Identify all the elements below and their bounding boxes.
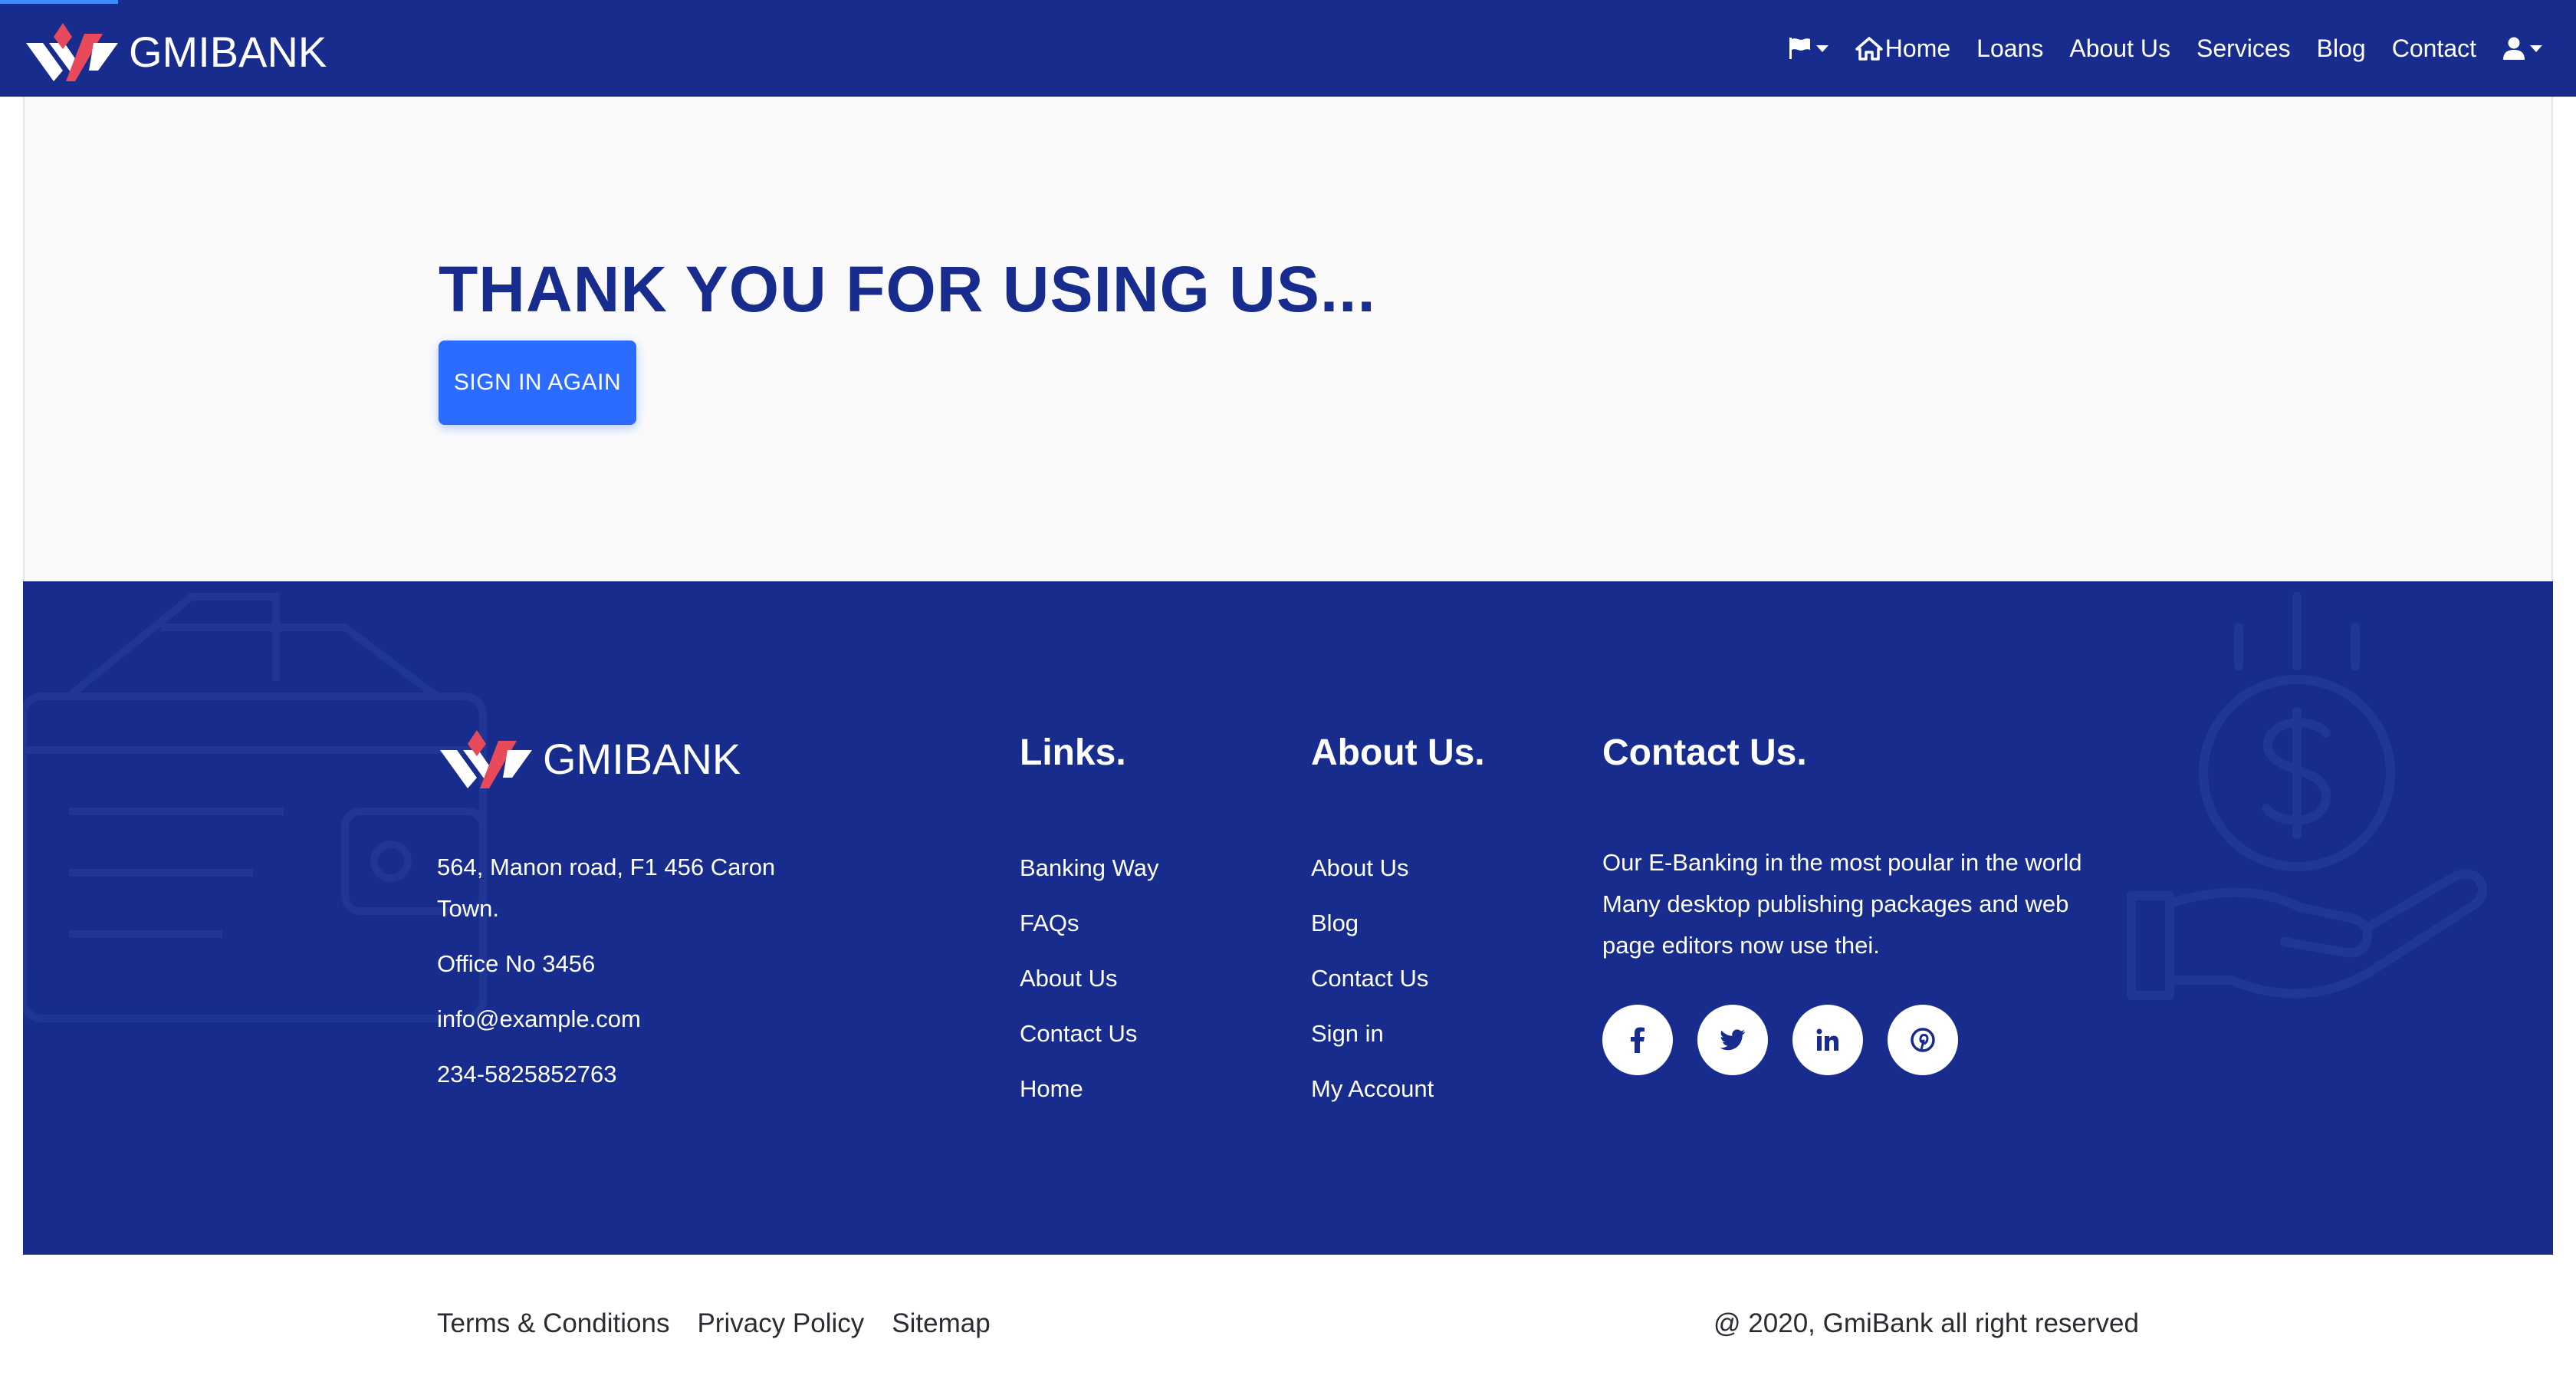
nav-item-label: About Us [2069, 34, 2170, 62]
address-line-1: 564, Manon road, F1 456 Caron [437, 854, 776, 880]
user-icon [2503, 37, 2525, 60]
footer-link-my-account[interactable]: My Account [1311, 1061, 1434, 1117]
money-hand-watermark-icon [2127, 592, 2487, 1000]
footer-link-home[interactable]: Home [1020, 1061, 1159, 1117]
about-list: About Us Blog Contact Us Sign in My Acco… [1311, 841, 1434, 1117]
gmibank-logo-icon [440, 730, 532, 788]
nav-item-label: Blog [2316, 34, 2366, 62]
site-footer: GMIBANK 564, Manon road, F1 456 Caron To… [23, 581, 2553, 1255]
home-icon [1855, 37, 1883, 61]
nav-item-services[interactable]: Services [2196, 35, 2291, 63]
nav-item-loans[interactable]: Loans [1976, 35, 2043, 63]
copyright-text: @ 2020, GmiBank all right reserved [1714, 1308, 2139, 1338]
social-links [1602, 1005, 1958, 1075]
footer-link-about-us[interactable]: About Us [1311, 841, 1434, 896]
nav-item-home[interactable]: Home [1855, 35, 1950, 63]
links-heading: Links. [1020, 732, 1126, 773]
account-dropdown[interactable] [2502, 36, 2542, 61]
footer-link-blog[interactable]: Blog [1311, 896, 1434, 951]
nav-item-blog[interactable]: Blog [2317, 35, 2366, 63]
chevron-down-icon [1815, 44, 1829, 52]
nav-item-label: Loans [1976, 34, 2044, 62]
privacy-policy-link[interactable]: Privacy Policy [697, 1308, 864, 1339]
twitter-button[interactable] [1697, 1005, 1768, 1075]
nav-menu: Home Loans About Us Services Blog Contac… [1761, 23, 2542, 74]
twitter-icon [1720, 1029, 1745, 1051]
footer-link-about-us[interactable]: About Us [1020, 951, 1159, 1006]
nav-item-label: Home [1884, 34, 1951, 62]
contact-line-3: page editors now use thei. [1602, 932, 1880, 959]
top-navbar: GMIBANK Home Loans About Us Services Blo… [0, 0, 2576, 97]
facebook-button[interactable] [1602, 1005, 1673, 1075]
footer-brand-name: GMIBANK [543, 734, 741, 783]
footer-brand-logo[interactable]: GMIBANK [437, 727, 741, 790]
brand-logo-link[interactable]: GMIBANK [23, 20, 327, 83]
nav-item-label: Contact [2391, 34, 2476, 62]
sign-in-again-button[interactable]: SIGN IN AGAIN [439, 341, 636, 425]
address-line-2: Town. [437, 895, 499, 922]
legal-links: Terms & Conditions Privacy Policy Sitema… [437, 1308, 991, 1339]
linkedin-icon [1816, 1028, 1838, 1051]
logout-hero-section: THANK YOU FOR USING US... SIGN IN AGAIN [23, 97, 2553, 581]
linkedin-button[interactable] [1792, 1005, 1863, 1075]
nav-item-label: Services [2196, 34, 2291, 62]
contact-line-1: Our E-Banking in the most poular in the … [1602, 849, 2082, 876]
brand-name: GMIBANK [129, 27, 327, 76]
footer-link-faqs[interactable]: FAQs [1020, 896, 1159, 951]
bottom-bar: Terms & Conditions Privacy Policy Sitema… [0, 1255, 2576, 1382]
nav-item-about-us[interactable]: About Us [2069, 35, 2170, 63]
footer-link-contact-us[interactable]: Contact Us [1020, 1006, 1159, 1061]
email-address: info@example.com [437, 1005, 641, 1032]
links-list: Banking Way FAQs About Us Contact Us Hom… [1020, 841, 1159, 1117]
page-load-progress-bar [0, 0, 118, 4]
footer-link-sign-in[interactable]: Sign in [1311, 1006, 1434, 1061]
footer-link-banking-way[interactable]: Banking Way [1020, 841, 1159, 896]
footer-link-contact-us[interactable]: Contact Us [1311, 951, 1434, 1006]
contact-line-2: Many desktop publishing packages and web [1602, 890, 2069, 917]
chevron-down-icon [2530, 44, 2542, 52]
language-dropdown[interactable] [1787, 36, 1829, 61]
nav-item-contact[interactable]: Contact [2392, 35, 2476, 63]
terms-link[interactable]: Terms & Conditions [437, 1308, 669, 1339]
about-heading: About Us. [1311, 732, 1485, 773]
pinterest-icon [1911, 1028, 1935, 1052]
page-title: THANK YOU FOR USING US... [439, 253, 1376, 325]
sitemap-link[interactable]: Sitemap [892, 1308, 990, 1339]
flag-icon [1789, 38, 1810, 59]
contact-description: Our E-Banking in the most poular in the … [1602, 842, 2154, 966]
office-number: Office No 3456 [437, 950, 596, 977]
phone-number: 234-5825852763 [437, 1061, 617, 1088]
contact-heading: Contact Us. [1602, 732, 1807, 773]
pinterest-button[interactable] [1888, 1005, 1958, 1075]
gmibank-logo-icon [26, 23, 118, 81]
facebook-icon [1631, 1027, 1644, 1053]
